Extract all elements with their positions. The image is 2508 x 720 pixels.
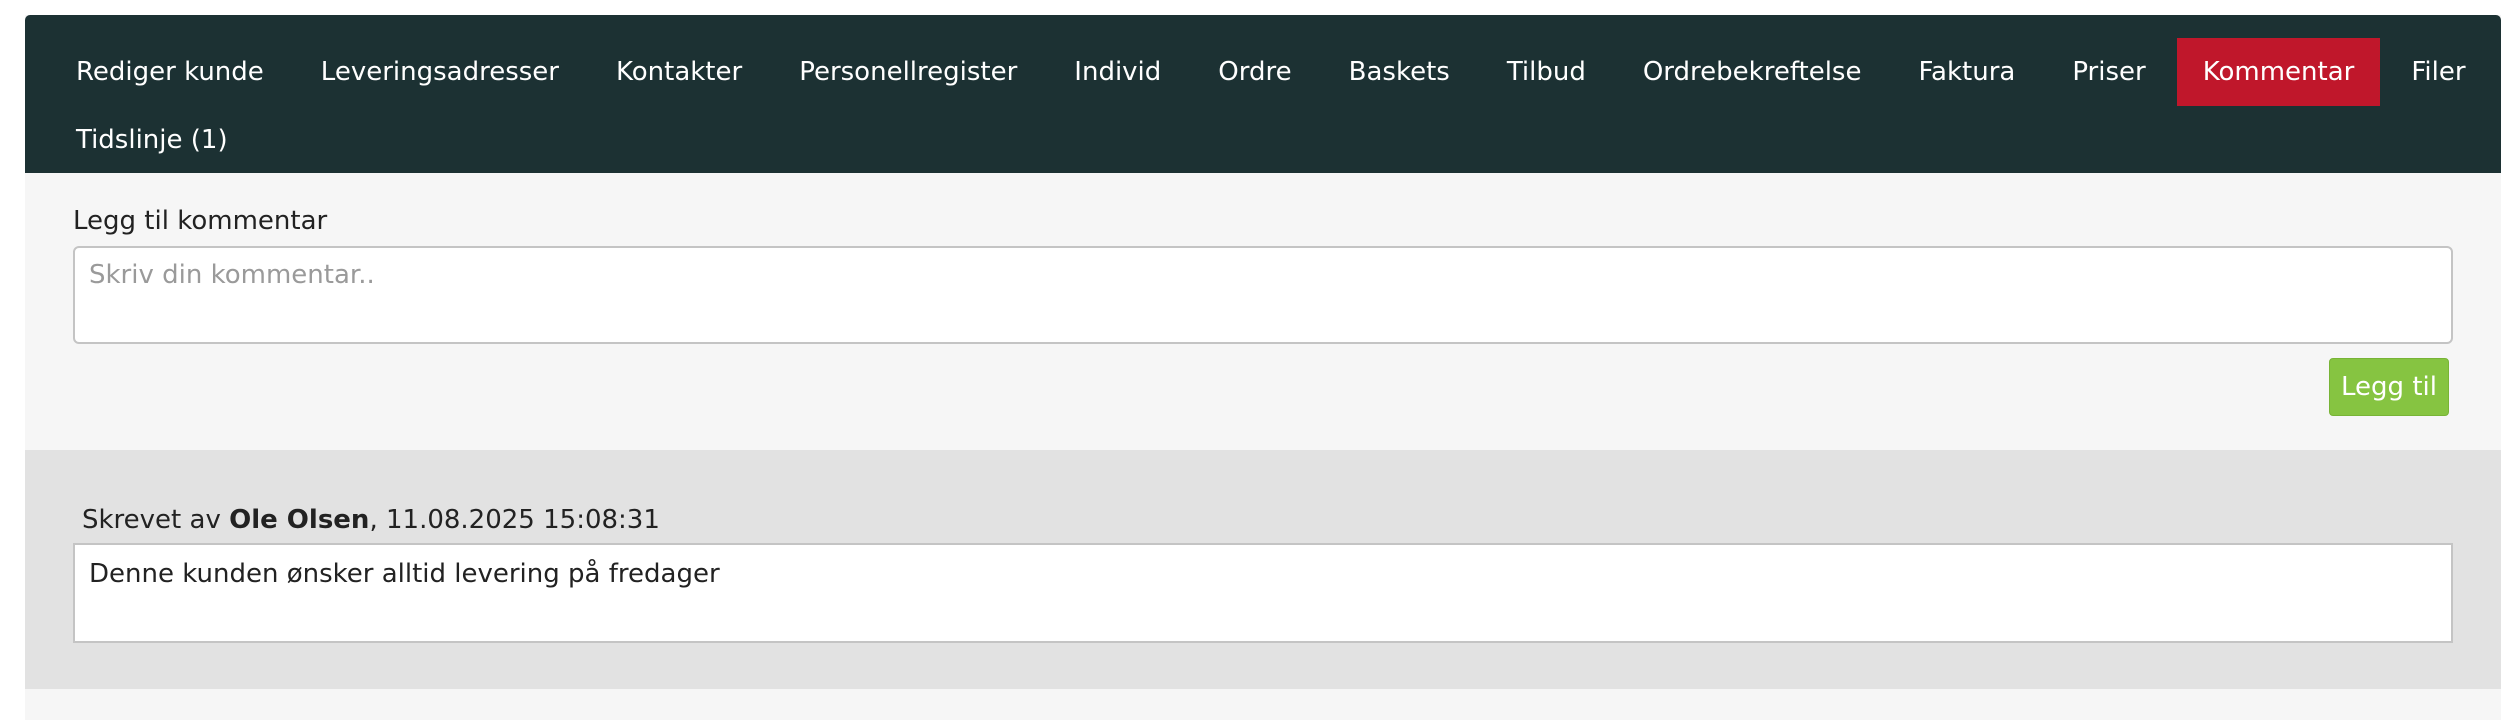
tab-personellregister[interactable]: Personellregister [773,38,1043,106]
customer-nav-bar: Rediger kunde Leveringsadresser Kontakte… [25,15,2501,173]
tab-tilbud[interactable]: Tilbud [1481,38,1612,106]
comment-item: Skrevet av Ole Olsen, 11.08.2025 15:08:3… [25,450,2501,689]
comment-prefix: Skrevet av [82,505,230,535]
tab-rediger-kunde[interactable]: Rediger kunde [50,38,290,106]
tab-baskets[interactable]: Baskets [1323,38,1476,106]
comment-text: Denne kunden ønsker alltid levering på f… [73,543,2453,643]
comment-author: Ole Olsen [229,505,370,535]
customer-panel: Rediger kunde Leveringsadresser Kontakte… [25,15,2501,720]
tab-filer[interactable]: Filer [2385,38,2491,106]
comment-input[interactable] [73,246,2453,344]
add-comment-label: Legg til kommentar [73,206,328,236]
tab-ordrebekreftelse[interactable]: Ordrebekreftelse [1617,38,1888,106]
nav-row-secondary: Tidslinje (1) [50,106,259,174]
comment-meta: Skrevet av Ole Olsen, 11.08.2025 15:08:3… [82,505,660,535]
tab-kontakter[interactable]: Kontakter [590,38,768,106]
add-comment-button[interactable]: Legg til [2329,358,2449,416]
tab-priser[interactable]: Priser [2046,38,2171,106]
tab-ordre[interactable]: Ordre [1192,38,1317,106]
comment-timestamp: , 11.08.2025 15:08:31 [369,505,660,535]
tab-kommentar[interactable]: Kommentar [2176,38,2381,106]
tab-tidslinje[interactable]: Tidslinje (1) [50,106,254,174]
nav-row-primary: Rediger kunde Leveringsadresser Kontakte… [50,38,2497,106]
tab-faktura[interactable]: Faktura [1892,38,2041,106]
tab-leveringsadresser[interactable]: Leveringsadresser [295,38,585,106]
tab-individ[interactable]: Individ [1048,38,1187,106]
add-comment-section: Legg til kommentar [73,203,2453,344]
